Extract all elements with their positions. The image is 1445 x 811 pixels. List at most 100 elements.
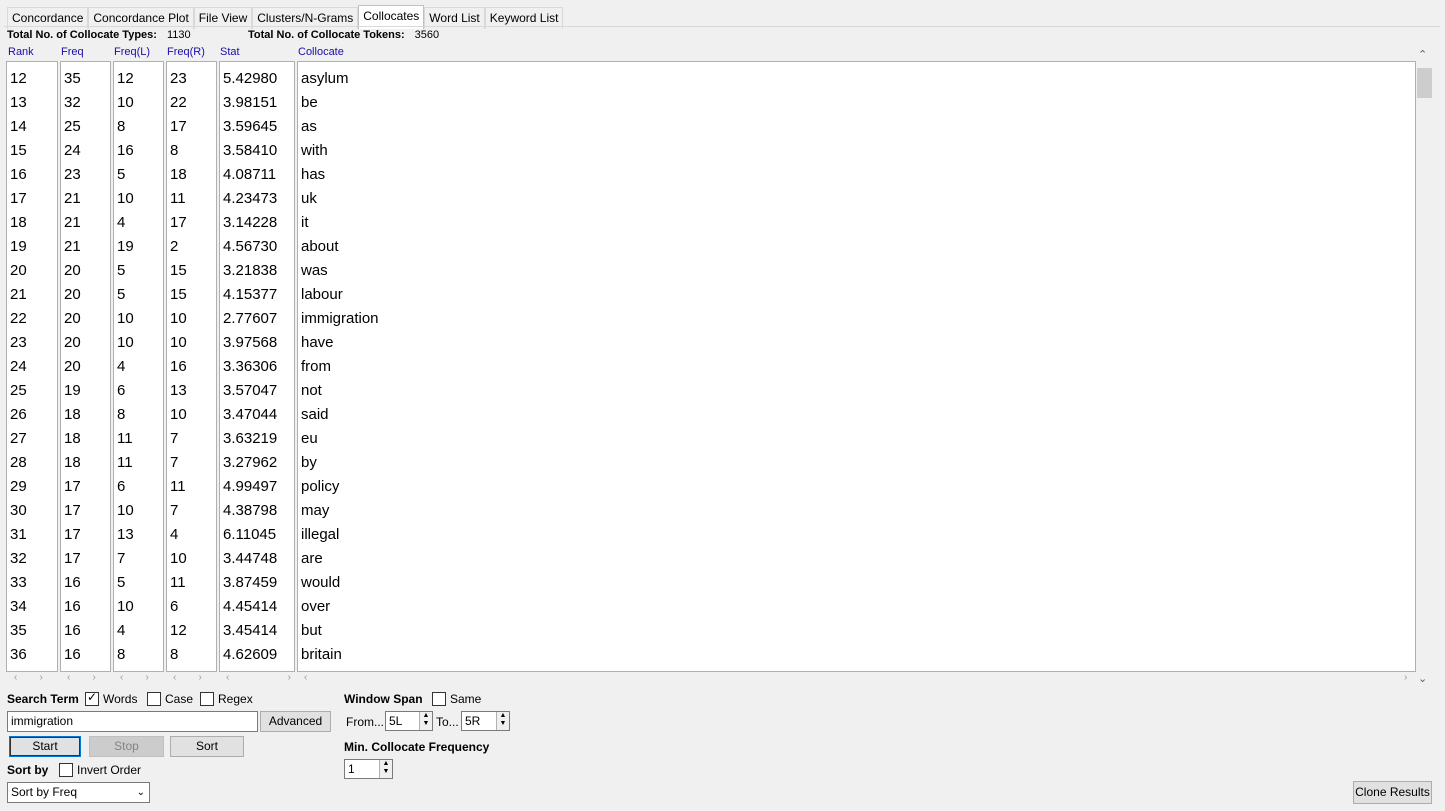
collocate-column[interactable]: asylum be as with has uk it about was labour immig… bbox=[297, 61, 1416, 672]
rank-cell: 12 bbox=[10, 70, 27, 87]
regex-checkbox[interactable] bbox=[200, 692, 214, 706]
freq-l-hscroll[interactable]: ‹ › bbox=[120, 672, 149, 684]
freq-r-cell: 10 bbox=[170, 334, 187, 351]
collocate-cell: are bbox=[301, 550, 323, 567]
freq-cell: 17 bbox=[64, 502, 81, 519]
vertical-scrollbar[interactable]: ⌃ ⌄ bbox=[1416, 46, 1433, 686]
freq-column[interactable]: 35 32 25 24 23 21 21 21 20 20 20 20 20 19 18 18 18 17 17 17… bbox=[60, 61, 111, 672]
stat-cell: 3.27962 bbox=[223, 454, 278, 471]
stop-button[interactable]: Stop bbox=[89, 736, 164, 757]
freq-l-cell: 8 bbox=[117, 118, 126, 135]
rank-cell: 19 bbox=[10, 238, 27, 255]
stat-cell: 3.21838 bbox=[223, 262, 278, 279]
collocate-hscroll-right-icon[interactable]: › bbox=[1404, 672, 1407, 684]
min-frequency-spinner[interactable]: 1 ▲ ▼ bbox=[344, 759, 393, 779]
collocate-cell: illegal bbox=[301, 526, 340, 543]
freq-r-cell: 4 bbox=[170, 526, 179, 543]
freq-l-cell: 4 bbox=[117, 622, 126, 639]
collocate-cell: was bbox=[301, 262, 328, 279]
case-checkbox[interactable] bbox=[147, 692, 161, 706]
freq-r-hscroll[interactable]: ‹ › bbox=[173, 672, 202, 684]
sort-by-selected: Sort by Freq bbox=[11, 785, 78, 799]
collocate-types-total: Total No. of Collocate Types: 1130 bbox=[7, 29, 191, 41]
freq-r-cell: 15 bbox=[170, 286, 187, 303]
column-header-stat[interactable]: Stat bbox=[220, 46, 240, 58]
spinner-arrows-icon[interactable]: ▲ ▼ bbox=[496, 712, 509, 730]
freq-l-cell: 5 bbox=[117, 286, 126, 303]
search-input[interactable]: immigration bbox=[7, 711, 258, 732]
collocate-tokens-total: Total No. of Collocate Tokens: 3560 bbox=[248, 29, 439, 41]
freq-r-cell: 7 bbox=[170, 454, 179, 471]
spinner-arrows-icon[interactable]: ▲ ▼ bbox=[419, 712, 432, 730]
freq-l-column[interactable]: 12 10 8 16 5 10 4 19 5 5 10 10 4 6 8 11 11 6 10 13 7 5 10 4 8 bbox=[113, 61, 164, 672]
window-span-label: Window Span bbox=[344, 692, 423, 706]
stat-cell: 3.87459 bbox=[223, 574, 278, 591]
stat-cell: 4.45414 bbox=[223, 598, 278, 615]
rank-cell: 13 bbox=[10, 94, 27, 111]
freq-hscroll[interactable]: ‹ › bbox=[67, 672, 96, 684]
rank-cell: 32 bbox=[10, 550, 27, 567]
sort-button[interactable]: Sort bbox=[170, 736, 244, 757]
scroll-up-icon[interactable]: ⌃ bbox=[1418, 48, 1427, 61]
freq-r-column[interactable]: 23 22 17 8 18 11 17 2 15 15 10 10 16 13 10 7 7 11 7 4 10 11 6 1… bbox=[166, 61, 217, 672]
freq-l-cell: 10 bbox=[117, 94, 134, 111]
rank-cell: 35 bbox=[10, 622, 27, 639]
stat-cell: 4.62609 bbox=[223, 646, 278, 663]
column-header-freq-l[interactable]: Freq(L) bbox=[114, 46, 150, 58]
rank-column[interactable]: 12 13 14 15 16 17 18 19 20 21 22 23 24 25 26 27 28 29 30 31… bbox=[6, 61, 58, 672]
freq-cell: 16 bbox=[64, 598, 81, 615]
advanced-button[interactable]: Advanced bbox=[260, 711, 331, 732]
rank-cell: 16 bbox=[10, 166, 27, 183]
min-frequency-value: 1 bbox=[348, 762, 355, 776]
freq-l-cell: 6 bbox=[117, 478, 126, 495]
rank-cell: 34 bbox=[10, 598, 27, 615]
stat-column[interactable]: 5.42980 3.98151 3.59645 3.58410 4.08711 4.234… bbox=[219, 61, 295, 672]
column-header-freq-r[interactable]: Freq(R) bbox=[167, 46, 205, 58]
scroll-down-icon[interactable]: ⌄ bbox=[1418, 672, 1427, 685]
column-header-freq[interactable]: Freq bbox=[61, 46, 84, 58]
stat-hscroll[interactable]: ‹ › bbox=[226, 672, 291, 684]
scroll-thumb[interactable] bbox=[1417, 68, 1432, 98]
clone-results-button[interactable]: Clone Results bbox=[1353, 781, 1432, 804]
stat-cell: 4.15377 bbox=[223, 286, 278, 303]
rank-cell: 27 bbox=[10, 430, 27, 447]
column-header-rank[interactable]: Rank bbox=[8, 46, 34, 58]
freq-cell: 21 bbox=[64, 214, 81, 231]
start-button[interactable]: Start bbox=[9, 736, 81, 757]
same-checkbox[interactable] bbox=[432, 692, 446, 706]
column-header-collocate[interactable]: Collocate bbox=[298, 46, 344, 58]
freq-r-cell: 10 bbox=[170, 406, 187, 423]
collocate-cell: but bbox=[301, 622, 322, 639]
freq-l-cell: 5 bbox=[117, 574, 126, 591]
collocate-cell: about bbox=[301, 238, 339, 255]
collocate-cell: policy bbox=[301, 478, 340, 495]
freq-cell: 20 bbox=[64, 358, 81, 375]
freq-r-cell: 11 bbox=[170, 574, 186, 591]
from-spinner[interactable]: 5L ▲ ▼ bbox=[385, 711, 433, 731]
tab-bar: Concordance Concordance Plot File View C… bbox=[7, 5, 564, 29]
freq-r-cell: 17 bbox=[170, 214, 187, 231]
freq-cell: 32 bbox=[64, 94, 81, 111]
to-spinner[interactable]: 5R ▲ ▼ bbox=[461, 711, 510, 731]
invert-order-checkbox[interactable] bbox=[59, 763, 73, 777]
stat-cell: 5.42980 bbox=[223, 70, 278, 87]
words-checkbox[interactable] bbox=[85, 690, 99, 706]
stat-cell: 3.14228 bbox=[223, 214, 278, 231]
rank-hscroll[interactable]: ‹ › bbox=[14, 672, 43, 684]
freq-l-cell: 8 bbox=[117, 406, 126, 423]
freq-r-cell: 15 bbox=[170, 262, 187, 279]
freq-cell: 18 bbox=[64, 406, 81, 423]
freq-cell: 18 bbox=[64, 430, 81, 447]
stat-cell: 3.58410 bbox=[223, 142, 278, 159]
sort-by-select[interactable]: Sort by Freq ⌄ bbox=[7, 782, 150, 803]
freq-cell: 25 bbox=[64, 118, 81, 135]
rank-cell: 29 bbox=[10, 478, 27, 495]
from-value: 5L bbox=[389, 714, 403, 728]
collocate-hscroll-left-icon[interactable]: ‹ bbox=[304, 672, 307, 684]
stat-cell: 4.23473 bbox=[223, 190, 278, 207]
freq-l-cell: 11 bbox=[117, 430, 133, 447]
spinner-arrows-icon[interactable]: ▲ ▼ bbox=[379, 760, 392, 778]
same-label: Same bbox=[450, 692, 482, 706]
freq-l-cell: 10 bbox=[117, 190, 134, 207]
freq-cell: 16 bbox=[64, 646, 81, 663]
